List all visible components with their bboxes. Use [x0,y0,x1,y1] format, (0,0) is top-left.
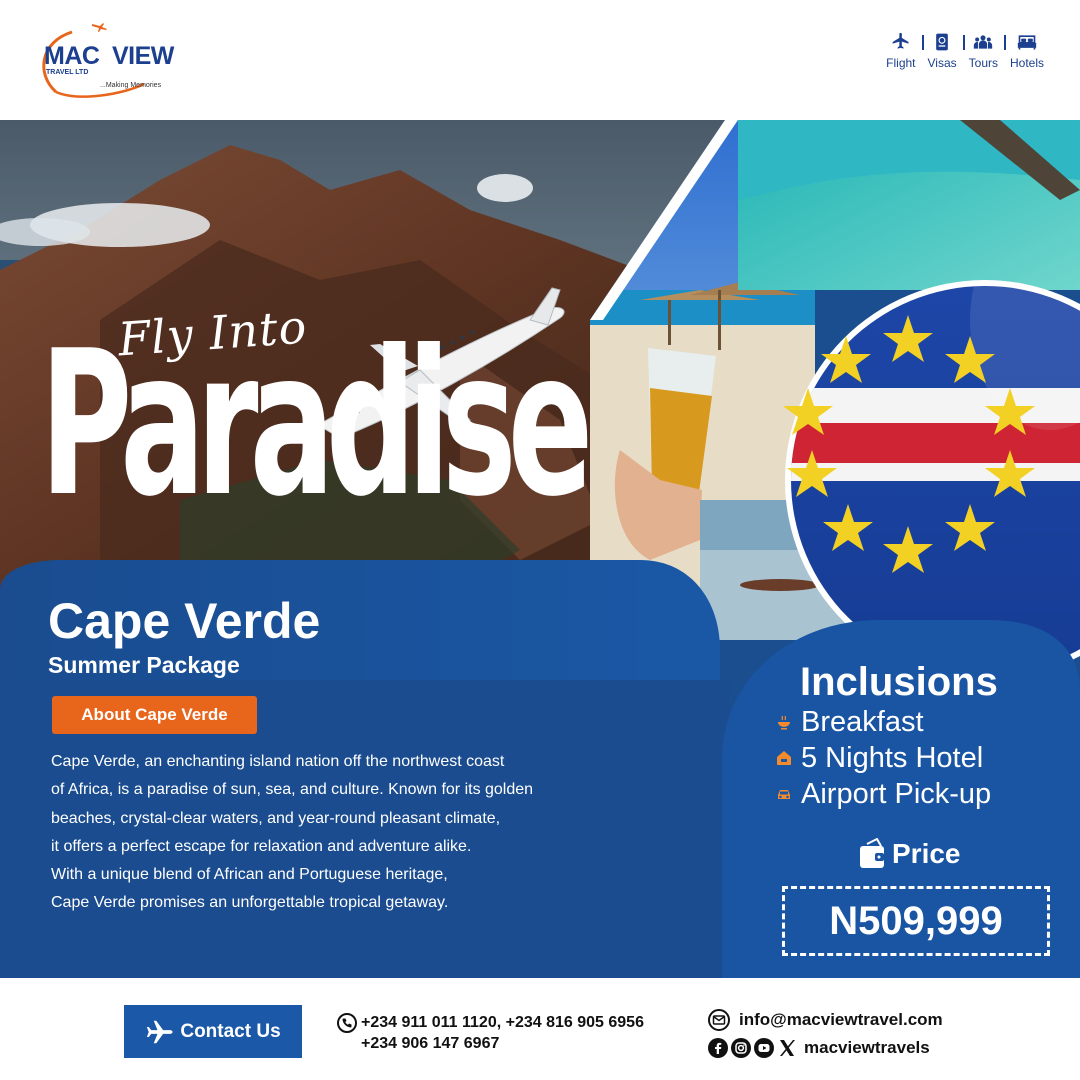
car-icon [778,790,790,799]
header: MAC VIEW TRAVEL LTD ...Making Memories F… [0,0,1080,120]
brand-name-view: VIEW [112,42,174,70]
x-icon[interactable] [777,1038,797,1058]
phone-line-2[interactable]: +234 906 147 6967 [361,1035,499,1053]
nav-visas-label: Visas [927,56,957,70]
headline-paradise: Paradise [40,308,593,541]
phone-numbers: +234 911 011 1120, +234 816 905 6956 +23… [337,1012,644,1054]
inclusion-item: 5 Nights Hotel [776,740,991,776]
phone-icon [337,1012,357,1033]
brand-subtitle: TRAVEL LTD [46,69,89,76]
inclusions-list: Breakfast 5 Nights Hotel Airport Pick-up [776,704,991,812]
phone-line-1[interactable]: +234 911 011 1120, +234 816 905 6956 [361,1014,644,1032]
nav-flight-label: Flight [886,56,916,70]
about-line: With a unique blend of African and Portu… [51,866,448,884]
brand-tagline: ...Making Memories [100,82,162,89]
about-line: it offers a perfect escape for relaxatio… [51,837,472,855]
airplane-icon [147,1020,173,1043]
phone-row: +234 911 011 1120, +234 816 905 6956 [337,1012,644,1033]
youtube-icon[interactable] [754,1038,774,1058]
inclusion-item: Airport Pick-up [776,776,991,812]
inclusion-label: Airport Pick-up [801,777,992,810]
about-badge: About Cape Verde [52,696,257,734]
footer: Contact Us +234 911 011 1120, +234 816 9… [0,978,1080,1080]
destination-title: Cape Verde [48,593,321,649]
contact-us-button[interactable]: Contact Us [124,1005,302,1058]
group-icon [974,35,993,49]
email-row: info@macviewtravel.com [708,1006,943,1034]
hotel-icon [777,751,791,765]
about-line: Cape Verde, an enchanting island nation … [51,753,505,770]
about-description: Cape Verde, an enchanting island nation … [51,748,631,918]
wallet-icon [860,838,884,868]
facebook-icon[interactable] [708,1038,728,1058]
nav-hotels-label: Hotels [1009,56,1044,70]
about-line: beaches, crystal-clear waters, and year-… [51,809,501,827]
inclusion-item: Breakfast [776,704,991,740]
nav-tours-label: Tours [968,56,998,70]
social-row: macviewtravels [708,1034,943,1062]
about-line: of Africa, is a paradise of sun, sea, an… [51,781,534,799]
about-line: Cape Verde promises an unforgettable tro… [51,894,449,912]
nav-flight[interactable]: Flight [880,32,921,70]
destination-subtitle: Summer Package [48,652,240,678]
airplane-icon [892,32,909,49]
price-box: N509,999 [782,886,1050,956]
inclusion-label: Breakfast [801,705,924,738]
inclusion-label: 5 Nights Hotel [801,741,984,774]
nav-hotels[interactable]: Hotels [1003,32,1050,70]
mail-icon [708,1009,730,1031]
contact-us-label: Contact Us [180,1020,281,1042]
bed-icon [1017,35,1037,50]
service-nav: Flight Visas Tours Hotels [880,32,1050,70]
hero-section: Fly Into Paradise Cape Verde Summer Pack… [0,120,1080,978]
brand-name-mac: MAC [44,42,100,70]
nav-tours[interactable]: Tours [962,32,1004,70]
social-handle[interactable]: macviewtravels [804,1038,930,1058]
price-value: N509,999 [829,898,1003,943]
nav-visas[interactable]: Visas [921,32,963,70]
email-address[interactable]: info@macviewtravel.com [739,1010,943,1030]
online-contacts: info@macviewtravel.com macviewtravels [708,1006,943,1062]
price-heading: Price [858,838,961,870]
phone-row: +234 906 147 6967 [337,1033,644,1054]
passport-icon [936,33,948,51]
price-label: Price [892,838,961,869]
instagram-icon[interactable] [731,1038,751,1058]
food-bowl-icon [778,715,790,730]
inclusions-title: Inclusions [800,660,998,704]
brand-logo[interactable]: MAC VIEW TRAVEL LTD ...Making Memories [34,18,184,98]
